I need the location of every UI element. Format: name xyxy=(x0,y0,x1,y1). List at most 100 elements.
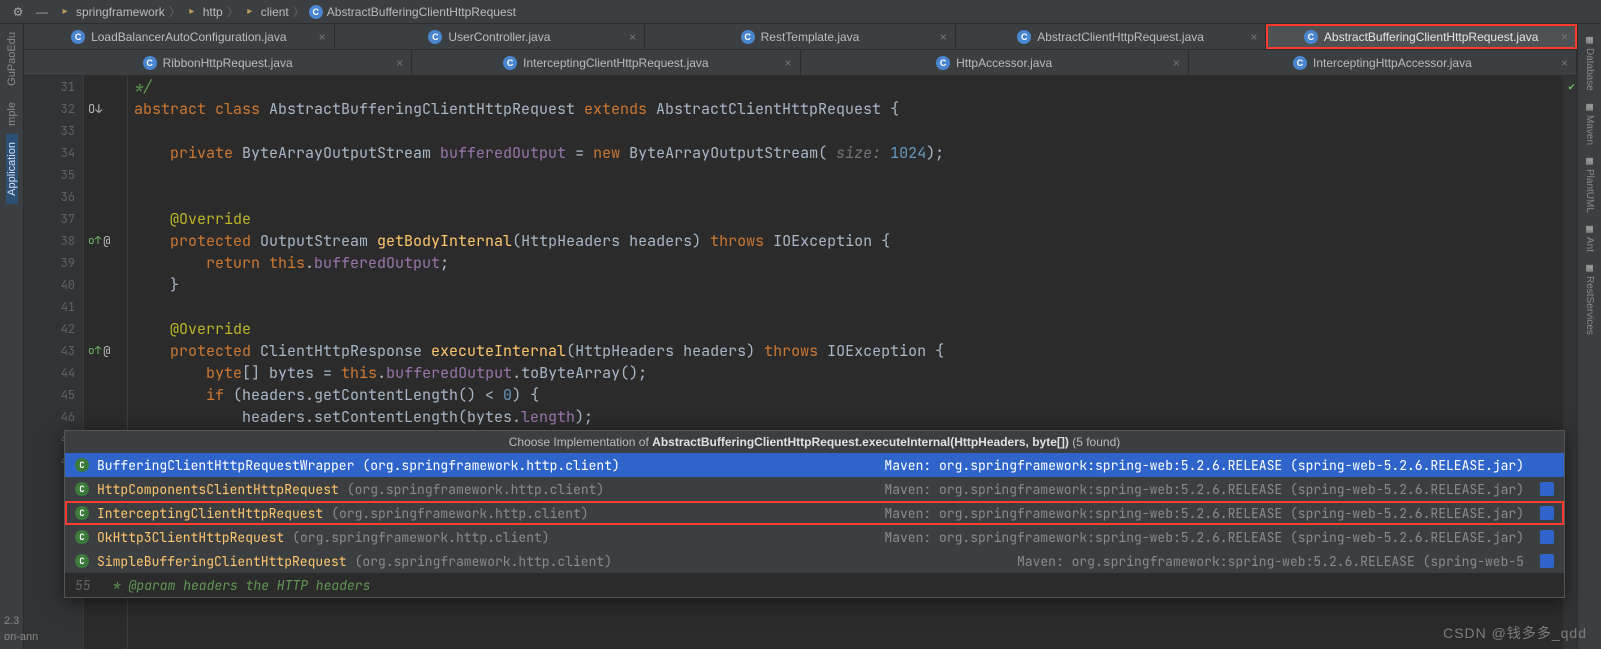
close-icon[interactable]: × xyxy=(1561,30,1568,44)
gutter-mark[interactable] xyxy=(84,142,127,164)
gutter-mark[interactable] xyxy=(84,164,127,186)
file-tab[interactable]: CRestTemplate.java× xyxy=(645,24,956,49)
inspection-ok-icon: ✔ xyxy=(1568,80,1575,94)
gutter-mark[interactable] xyxy=(84,384,127,406)
database-icon[interactable]: ▦ xyxy=(1582,32,1598,48)
code-line[interactable]: @Override xyxy=(134,318,1563,340)
tool-label[interactable]: Database xyxy=(1584,48,1595,91)
gutter-mark[interactable]: O↓ xyxy=(84,98,127,120)
minimize-icon[interactable]: — xyxy=(36,5,48,19)
line-number: 35 xyxy=(24,164,75,186)
gutter-mark[interactable] xyxy=(84,296,127,318)
gutter-mark[interactable] xyxy=(84,252,127,274)
class-icon: C xyxy=(75,554,89,568)
close-icon[interactable]: × xyxy=(1173,56,1180,70)
class-name: HttpComponentsClientHttpRequest xyxy=(97,481,339,498)
code-line[interactable]: */ xyxy=(134,76,1563,98)
gutter-mark[interactable] xyxy=(84,318,127,340)
java-class-icon: C xyxy=(741,30,755,44)
implementation-row[interactable]: CInterceptingClientHttpRequest (org.spri… xyxy=(65,501,1564,525)
close-icon[interactable]: × xyxy=(396,56,403,70)
tool-window-gupaoedu[interactable]: GuPaoEdu xyxy=(6,24,18,94)
crumb-4[interactable]: AbstractBufferingClientHttpRequest xyxy=(327,5,516,19)
file-tab[interactable]: CAbstractBufferingClientHttpRequest.java… xyxy=(1266,24,1577,49)
maven-icon[interactable]: ▦ xyxy=(1582,99,1598,115)
file-tab[interactable]: CAbstractClientHttpRequest.java× xyxy=(956,24,1267,49)
file-tab[interactable]: CLoadBalancerAutoConfiguration.java× xyxy=(24,24,335,49)
tool-window-application[interactable]: Application xyxy=(6,134,18,204)
class-name: SimpleBufferingClientHttpRequest xyxy=(97,553,347,570)
tool-label[interactable]: Maven xyxy=(1584,115,1595,145)
close-icon[interactable]: × xyxy=(319,30,326,44)
implementation-row[interactable]: CHttpComponentsClientHttpRequest (org.sp… xyxy=(65,477,1564,501)
tool-label[interactable]: Ant xyxy=(1584,237,1595,252)
code-line[interactable] xyxy=(134,186,1563,208)
tool-label[interactable]: RestServices xyxy=(1584,276,1595,335)
code-line[interactable]: protected OutputStream getBodyInternal(H… xyxy=(134,230,1563,252)
breadcrumb: ⚙ — ▸ springframework 〉 ▸ http 〉 ▸ clien… xyxy=(0,0,1601,24)
crumb-3[interactable]: client xyxy=(261,5,289,19)
tab-label: HttpAccessor.java xyxy=(956,56,1052,70)
gutter-mark[interactable] xyxy=(84,406,127,428)
implementation-popup: Choose Implementation of AbstractBufferi… xyxy=(64,430,1565,598)
java-class-icon: C xyxy=(1304,30,1318,44)
class-icon: C xyxy=(75,482,89,496)
popup-title: Choose Implementation of AbstractBufferi… xyxy=(65,431,1564,453)
code-line[interactable] xyxy=(134,120,1563,142)
ant-icon[interactable]: ▦ xyxy=(1582,221,1598,237)
at-icon: @ xyxy=(103,230,110,252)
package-icon: ▸ xyxy=(58,5,72,19)
code-line[interactable]: if (headers.getContentLength() < 0) { xyxy=(134,384,1563,406)
close-icon[interactable]: × xyxy=(940,30,947,44)
code-line[interactable]: return this.bufferedOutput; xyxy=(134,252,1563,274)
file-tab[interactable]: CUserController.java× xyxy=(335,24,646,49)
tab-row-1: CLoadBalancerAutoConfiguration.java× C Use… xyxy=(24,24,1577,50)
file-tab[interactable]: CRibbonHttpRequest.java× xyxy=(24,50,412,75)
package-icon: ▸ xyxy=(243,5,257,19)
code-line[interactable]: } xyxy=(134,274,1563,296)
source-location: Maven: org.springframework:spring-web:5.… xyxy=(884,505,1524,522)
gutter-mark[interactable]: o↑@ xyxy=(84,340,127,362)
tool-label[interactable]: PlantUML xyxy=(1584,169,1595,213)
tab-label: UserController.java xyxy=(448,30,550,44)
code-line[interactable]: headers.setContentLength(bytes.length); xyxy=(134,406,1563,428)
class-name: InterceptingClientHttpRequest xyxy=(97,505,323,522)
implementation-row[interactable]: CBufferingClientHttpRequestWrapper (org.… xyxy=(65,453,1564,477)
gutter-mark[interactable] xyxy=(84,274,127,296)
library-icon xyxy=(1540,482,1554,496)
implementation-row[interactable]: COkHttp3ClientHttpRequest (org.springfra… xyxy=(65,525,1564,549)
plantuml-icon[interactable]: ▦ xyxy=(1582,153,1598,169)
close-icon[interactable]: × xyxy=(784,56,791,70)
gutter-mark[interactable] xyxy=(84,208,127,230)
gutter-mark[interactable] xyxy=(84,186,127,208)
file-tab[interactable]: CInterceptingHttpAccessor.java× xyxy=(1189,50,1577,75)
gutter-mark[interactable] xyxy=(84,76,127,98)
error-stripe: ✔ xyxy=(1563,76,1577,649)
line-number: 33 xyxy=(24,120,75,142)
crumb-1[interactable]: springframework xyxy=(76,5,165,19)
line-number: 45 xyxy=(24,384,75,406)
close-icon[interactable]: × xyxy=(629,30,636,44)
library-icon xyxy=(1540,554,1554,568)
gutter-mark[interactable] xyxy=(84,120,127,142)
code-line[interactable] xyxy=(134,164,1563,186)
code-line[interactable] xyxy=(134,296,1563,318)
file-tab[interactable]: CHttpAccessor.java× xyxy=(801,50,1189,75)
gutter-mark[interactable]: o↑@ xyxy=(84,230,127,252)
file-tab[interactable]: CInterceptingClientHttpRequest.java× xyxy=(412,50,800,75)
close-icon[interactable]: × xyxy=(1561,56,1568,70)
gutter-mark[interactable] xyxy=(84,362,127,384)
code-line[interactable]: @Override xyxy=(134,208,1563,230)
code-line[interactable]: abstract class AbstractBufferingClientHt… xyxy=(134,98,1563,120)
tool-window-mple[interactable]: mple xyxy=(6,94,18,134)
line-number: 41 xyxy=(24,296,75,318)
code-line[interactable]: private ByteArrayOutputStream bufferedOu… xyxy=(134,142,1563,164)
code-line[interactable]: byte[] bytes = this.bufferedOutput.toByt… xyxy=(134,362,1563,384)
close-icon[interactable]: × xyxy=(1250,30,1257,44)
gear-icon[interactable]: ⚙ xyxy=(6,0,30,24)
code-line[interactable]: protected ClientHttpResponse executeInte… xyxy=(134,340,1563,362)
tab-label: AbstractClientHttpRequest.java xyxy=(1037,30,1204,44)
crumb-2[interactable]: http xyxy=(203,5,223,19)
restservices-icon[interactable]: ▦ xyxy=(1582,260,1598,276)
implementation-row[interactable]: CSimpleBufferingClientHttpRequest (org.s… xyxy=(65,549,1564,573)
